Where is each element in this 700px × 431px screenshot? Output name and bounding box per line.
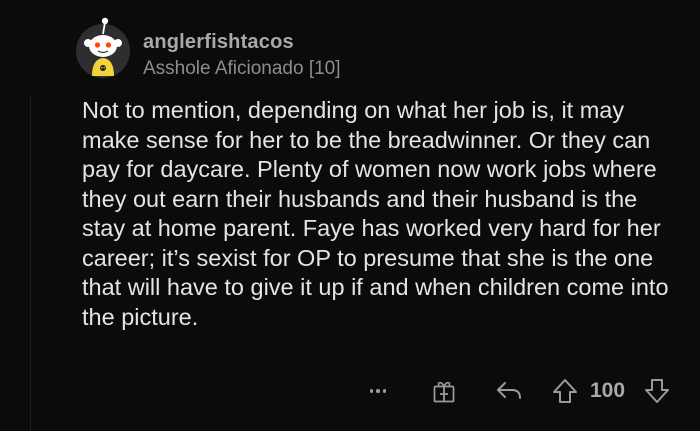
award-button[interactable] [430, 376, 458, 406]
award-gift-icon [433, 381, 455, 403]
more-dots-icon [369, 389, 374, 393]
comment: anglerfishtacos Asshole Aficionado [10] … [0, 0, 700, 431]
author-username[interactable]: anglerfishtacos [143, 31, 294, 54]
downvote-arrow-icon [645, 379, 669, 403]
downvote-button[interactable] [642, 376, 672, 406]
user-flair: Asshole Aficionado [10] [143, 58, 341, 79]
more-options-button[interactable] [366, 376, 390, 406]
vote-count: 100 [590, 379, 626, 402]
upvote-button[interactable] [549, 376, 581, 406]
reply-arrow-icon [497, 382, 521, 399]
reply-button[interactable] [494, 376, 524, 406]
comment-actions: 100 [0, 376, 700, 406]
avatar[interactable] [74, 14, 132, 82]
upvote-arrow-icon [553, 379, 577, 403]
comment-body: Not to mention, depending on what her jo… [82, 97, 669, 330]
snoo-avatar-icon [76, 17, 130, 78]
